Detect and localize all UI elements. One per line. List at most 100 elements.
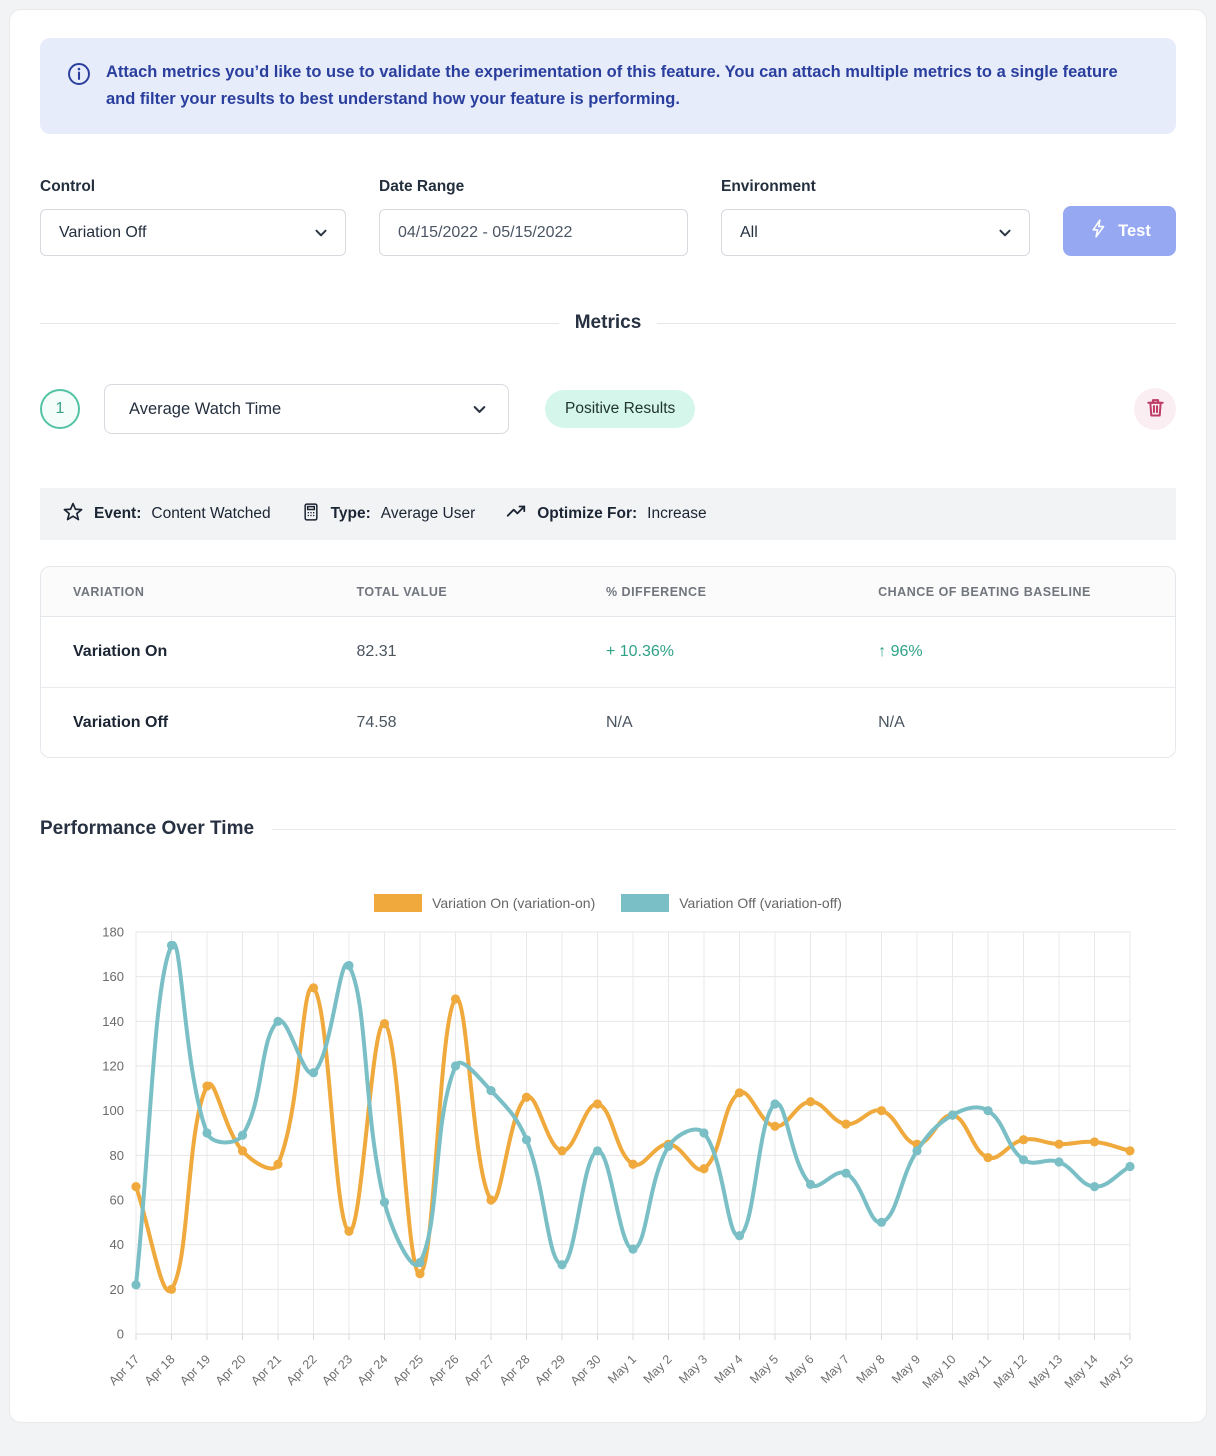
banner-text: Attach metrics you’d like to use to vali… [106,59,1136,113]
delete-metric-button[interactable] [1134,388,1176,430]
svg-text:Apr 21: Apr 21 [248,1352,284,1388]
legend-swatch-orange [374,894,422,912]
table-row: Variation Off 74.58 N/A N/A [41,687,1175,757]
star-icon [62,501,84,528]
metric-select[interactable]: Average Watch Time [104,384,509,434]
date-range-input[interactable]: 04/15/2022 - 05/15/2022 [379,209,688,256]
performance-chart: 020406080100120140160180Apr 17Apr 18Apr … [40,920,1176,1417]
metric-index-badge: 1 [40,389,80,429]
table-row: Variation On 82.31 + 10.36% ↑ 96% [41,617,1175,687]
svg-text:May 13: May 13 [1026,1352,1065,1391]
total-value: 74.58 [325,714,574,732]
legend-item-variation-off[interactable]: Variation Off (variation-off) [621,894,842,912]
svg-text:May 4: May 4 [712,1352,746,1386]
test-button[interactable]: Test [1063,206,1176,256]
svg-text:Apr 20: Apr 20 [213,1352,249,1388]
svg-text:100: 100 [102,1103,124,1118]
svg-text:40: 40 [110,1237,124,1252]
info-icon [66,61,92,113]
control-select[interactable]: Variation Off [40,209,346,256]
chart-legend: Variation On (variation-on) Variation Of… [40,894,1176,912]
performance-section-header: Performance Over Time [40,818,1176,840]
svg-text:Apr 19: Apr 19 [177,1352,213,1388]
svg-text:Apr 18: Apr 18 [142,1352,178,1388]
line-chart-canvas: 020406080100120140160180Apr 17Apr 18Apr … [40,920,1188,1412]
legend-swatch-teal [621,894,669,912]
svg-text:May 12: May 12 [991,1352,1030,1391]
test-button-label: Test [1118,222,1151,241]
type-value: Average User [381,505,475,523]
svg-text:Apr 26: Apr 26 [426,1352,462,1388]
environment-label: Environment [721,178,1030,196]
svg-text:60: 60 [110,1193,124,1208]
variation-name: Variation Off [41,714,325,732]
bolt-icon [1088,218,1109,244]
performance-title: Performance Over Time [40,818,254,840]
svg-text:Apr 27: Apr 27 [461,1352,497,1388]
svg-text:180: 180 [102,925,124,940]
svg-text:Apr 29: Apr 29 [532,1352,568,1388]
col-header-total-value: Total Value [325,585,574,599]
trash-icon [1144,396,1167,422]
chance-value: N/A [846,714,1175,732]
chance-value: ↑ 96% [846,643,1175,661]
svg-text:140: 140 [102,1014,124,1029]
table-header-row: Variation Total Value % Difference Chanc… [41,567,1175,617]
info-banner: Attach metrics you’d like to use to vali… [40,38,1176,134]
environment-select[interactable]: All [721,209,1030,256]
col-header-variation: Variation [41,585,325,599]
svg-text:May 15: May 15 [1097,1352,1136,1391]
svg-text:May 14: May 14 [1062,1352,1101,1391]
environment-value: All [740,224,758,242]
control-value: Variation Off [59,224,146,242]
svg-text:80: 80 [110,1148,124,1163]
controls-row: Control Variation Off Date Range 04/15/2… [40,178,1176,256]
total-value: 82.31 [325,643,574,661]
calculator-icon [301,501,321,528]
difference-value: N/A [574,714,846,732]
legend-item-variation-on[interactable]: Variation On (variation-on) [374,894,595,912]
chevron-down-icon [311,223,331,248]
chevron-down-icon [469,399,490,425]
optimize-for-label: Optimize For: [537,505,637,523]
date-range-label: Date Range [379,178,688,196]
optimize-for-value: Increase [647,505,706,523]
svg-text:May 11: May 11 [956,1352,994,1390]
col-header-difference: % Difference [574,585,846,599]
svg-text:May 2: May 2 [641,1352,675,1386]
svg-text:Apr 28: Apr 28 [497,1352,533,1388]
svg-text:May 8: May 8 [854,1352,888,1386]
svg-text:May 9: May 9 [889,1352,923,1386]
legend-label: Variation On (variation-on) [432,895,595,911]
svg-text:Apr 25: Apr 25 [390,1352,426,1388]
svg-text:May 1: May 1 [605,1352,639,1386]
results-table: Variation Total Value % Difference Chanc… [40,566,1176,758]
svg-text:Apr 22: Apr 22 [284,1352,320,1388]
event-value: Content Watched [151,505,270,523]
event-info-bar: Event: Content Watched Type: Average Use… [40,488,1176,540]
metrics-section-title: Metrics [575,312,642,334]
svg-text:May 3: May 3 [676,1352,710,1386]
variation-name: Variation On [41,643,325,661]
legend-label: Variation Off (variation-off) [679,895,842,911]
metric-select-value: Average Watch Time [129,400,281,419]
difference-value: + 10.36% [574,643,846,661]
metric-row: 1 Average Watch Time Positive Results [40,384,1176,434]
svg-text:0: 0 [117,1327,124,1342]
svg-text:120: 120 [102,1059,124,1074]
svg-text:20: 20 [110,1282,124,1297]
metrics-section-divider: Metrics [40,312,1176,334]
svg-text:Apr 17: Apr 17 [106,1352,142,1388]
control-label: Control [40,178,346,196]
svg-text:May 6: May 6 [783,1352,817,1386]
event-label: Event: [94,505,141,523]
svg-text:160: 160 [102,969,124,984]
svg-text:Apr 24: Apr 24 [355,1352,391,1388]
date-range-value: 04/15/2022 - 05/15/2022 [398,224,572,242]
main-card: Attach metrics you’d like to use to vali… [9,9,1207,1423]
type-label: Type: [331,505,371,523]
trending-up-icon [505,501,527,528]
svg-text:May 7: May 7 [818,1352,852,1386]
col-header-chance: Chance of Beating Baseline [846,585,1175,599]
svg-text:May 5: May 5 [747,1352,781,1386]
